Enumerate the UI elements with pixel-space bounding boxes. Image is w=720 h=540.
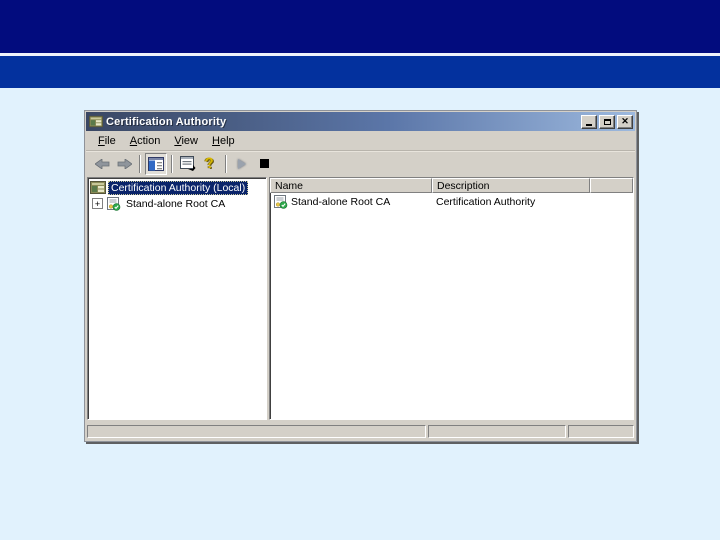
maximize-button[interactable]	[599, 114, 615, 129]
status-section-right	[568, 425, 634, 438]
export-list-button[interactable]	[177, 153, 199, 175]
console-tree-pane[interactable]: Certification Authority (Local) + Stand-…	[87, 177, 267, 420]
console-tree-icon	[148, 156, 164, 171]
minimize-icon	[586, 123, 592, 126]
help-icon: ?	[204, 154, 216, 173]
list-row-standalone-root-ca[interactable]: Stand-alone Root CA Certification Author…	[270, 193, 633, 210]
show-console-tree-button[interactable]	[145, 152, 167, 175]
ca-certificate-icon	[107, 196, 121, 211]
stop-service-icon	[259, 159, 269, 168]
menu-view[interactable]: View	[167, 133, 205, 149]
tree-item-standalone-root-ca-label[interactable]: Stand-alone Root CA	[124, 198, 227, 210]
ca-certificate-icon	[274, 194, 288, 209]
list-cell-name: Stand-alone Root CA	[291, 195, 391, 208]
forward-arrow-icon	[117, 158, 132, 169]
tree-item-root-label[interactable]: Certification Authority (Local)	[108, 180, 249, 195]
title-bar[interactable]: Certification Authority ✕	[86, 112, 635, 131]
toolbar-separator	[139, 154, 141, 173]
menu-help[interactable]: Help	[205, 133, 242, 149]
toolbar-separator	[171, 154, 173, 173]
list-cell-description: Certification Authority	[436, 195, 536, 208]
expand-plus-icon[interactable]: +	[92, 198, 103, 209]
help-button[interactable]: ?	[199, 153, 221, 175]
export-list-icon	[180, 156, 196, 171]
column-header-empty[interactable]	[590, 178, 633, 193]
start-service-icon	[238, 158, 246, 169]
menu-file[interactable]: File	[91, 133, 123, 149]
close-button[interactable]: ✕	[617, 114, 633, 129]
maximize-icon	[603, 118, 611, 125]
lower-band	[0, 56, 720, 88]
slide-background: Certification Authority ✕ File Action Vi…	[0, 0, 720, 540]
status-section-middle	[428, 425, 566, 438]
certification-authority-icon	[90, 181, 106, 194]
results-list-pane[interactable]: Name Description Stand-alone Root CA Cer…	[269, 177, 634, 420]
start-service-button[interactable]	[231, 153, 253, 175]
toolbar: ?	[86, 151, 635, 177]
window-title: Certification Authority	[106, 115, 227, 128]
console-body: Certification Authority (Local) + Stand-…	[86, 176, 635, 421]
status-bar	[86, 422, 635, 440]
menu-action[interactable]: Action	[123, 133, 168, 149]
column-header-description[interactable]: Description	[432, 178, 590, 193]
certification-authority-window: Certification Authority ✕ File Action Vi…	[84, 110, 637, 442]
menu-bar: File Action View Help	[86, 131, 635, 151]
back-button[interactable]	[91, 153, 113, 175]
tree-item-standalone-root-ca[interactable]: + Stand-alone Root CA	[90, 196, 266, 211]
stop-service-button[interactable]	[253, 153, 275, 175]
minimize-button[interactable]	[581, 114, 597, 129]
back-arrow-icon	[94, 158, 109, 169]
tree-item-root[interactable]: Certification Authority (Local)	[90, 180, 266, 195]
close-icon: ✕	[621, 116, 629, 126]
toolbar-separator	[225, 154, 227, 173]
column-header-name[interactable]: Name	[270, 178, 432, 193]
forward-button[interactable]	[113, 153, 135, 175]
app-window-icon	[89, 115, 103, 128]
list-header-row: Name Description	[270, 178, 633, 193]
top-band	[0, 0, 720, 53]
status-section-main	[87, 425, 426, 438]
